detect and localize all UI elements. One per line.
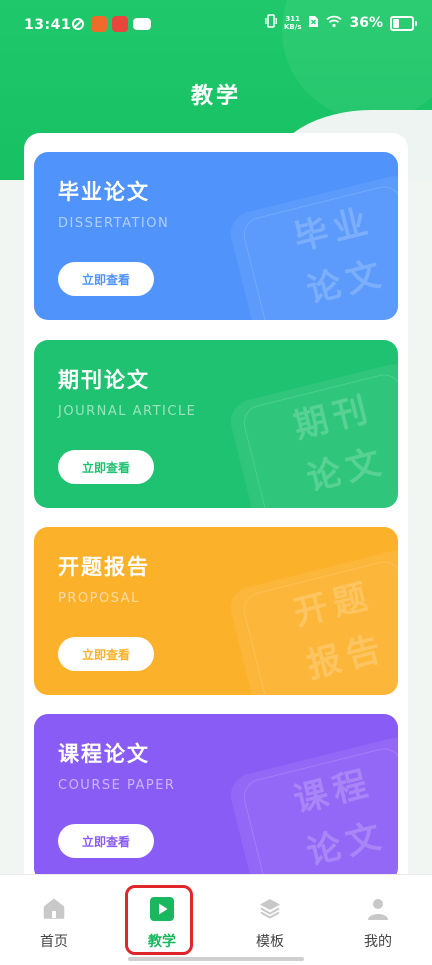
view-now-button[interactable]: 立即查看 xyxy=(58,637,154,671)
more-notifications-icon xyxy=(133,18,151,30)
card-title: 课程论文 xyxy=(58,742,150,766)
card-list: 毕业 论文 毕业论文 DISSERTATION 立即查看 期刊 论文 期刊论文 JO… xyxy=(24,133,408,893)
page-title: 教学 xyxy=(190,84,241,109)
card-proposal[interactable]: 开题 报告 开题报告 PROPOSAL 立即查看 xyxy=(34,527,398,695)
view-now-button[interactable]: 立即查看 xyxy=(58,262,154,296)
status-time: 13:41 xyxy=(24,17,72,33)
nav-item-home[interactable]: 首页 xyxy=(0,875,108,965)
card-subtitle: JOURNAL ARTICLE xyxy=(58,404,197,419)
home-icon xyxy=(42,897,66,921)
wifi-icon xyxy=(326,15,343,32)
app-notification-icon-2 xyxy=(112,16,128,32)
view-now-button[interactable]: 立即查看 xyxy=(58,824,154,858)
battery-icon xyxy=(390,15,417,31)
nav-item-mine[interactable]: 我的 xyxy=(324,875,432,965)
active-tab-highlight xyxy=(125,885,193,955)
nav-label-templates: 模板 xyxy=(256,934,284,950)
sync-icon xyxy=(70,16,86,32)
view-now-button[interactable]: 立即查看 xyxy=(58,450,154,484)
card-journal-article[interactable]: 期刊 论文 期刊论文 JOURNAL ARTICLE 立即查看 xyxy=(34,340,398,508)
network-speed: 311 KB/s xyxy=(284,15,302,31)
bottom-nav: 首页 教学 模板 我的 xyxy=(0,874,432,965)
battery-text: 36% xyxy=(349,15,383,31)
card-title: 期刊论文 xyxy=(58,368,150,392)
card-title: 毕业论文 xyxy=(58,180,150,204)
app-notification-icon xyxy=(91,16,107,32)
layers-icon xyxy=(258,897,282,921)
sim-icon xyxy=(308,15,319,32)
notification-icons xyxy=(70,16,151,32)
card-subtitle: DISSERTATION xyxy=(58,216,170,231)
card-dissertation[interactable]: 毕业 论文 毕业论文 DISSERTATION 立即查看 xyxy=(34,152,398,320)
nav-item-templates[interactable]: 模板 xyxy=(216,875,324,965)
card-subtitle: PROPOSAL xyxy=(58,591,140,606)
card-title: 开题报告 xyxy=(58,555,150,579)
card-subtitle: COURSE PAPER xyxy=(58,778,176,793)
nav-label-home: 首页 xyxy=(40,934,68,950)
user-icon xyxy=(366,897,390,921)
home-indicator[interactable] xyxy=(128,957,304,961)
card-course-paper[interactable]: 课程 论文 课程论文 COURSE PAPER 立即查看 xyxy=(34,714,398,882)
status-right: 311 KB/s 36% xyxy=(265,14,417,32)
status-bar: 13:41 311 KB/s 36% xyxy=(0,0,432,50)
vibrate-icon xyxy=(265,14,277,32)
nav-label-mine: 我的 xyxy=(364,934,392,950)
